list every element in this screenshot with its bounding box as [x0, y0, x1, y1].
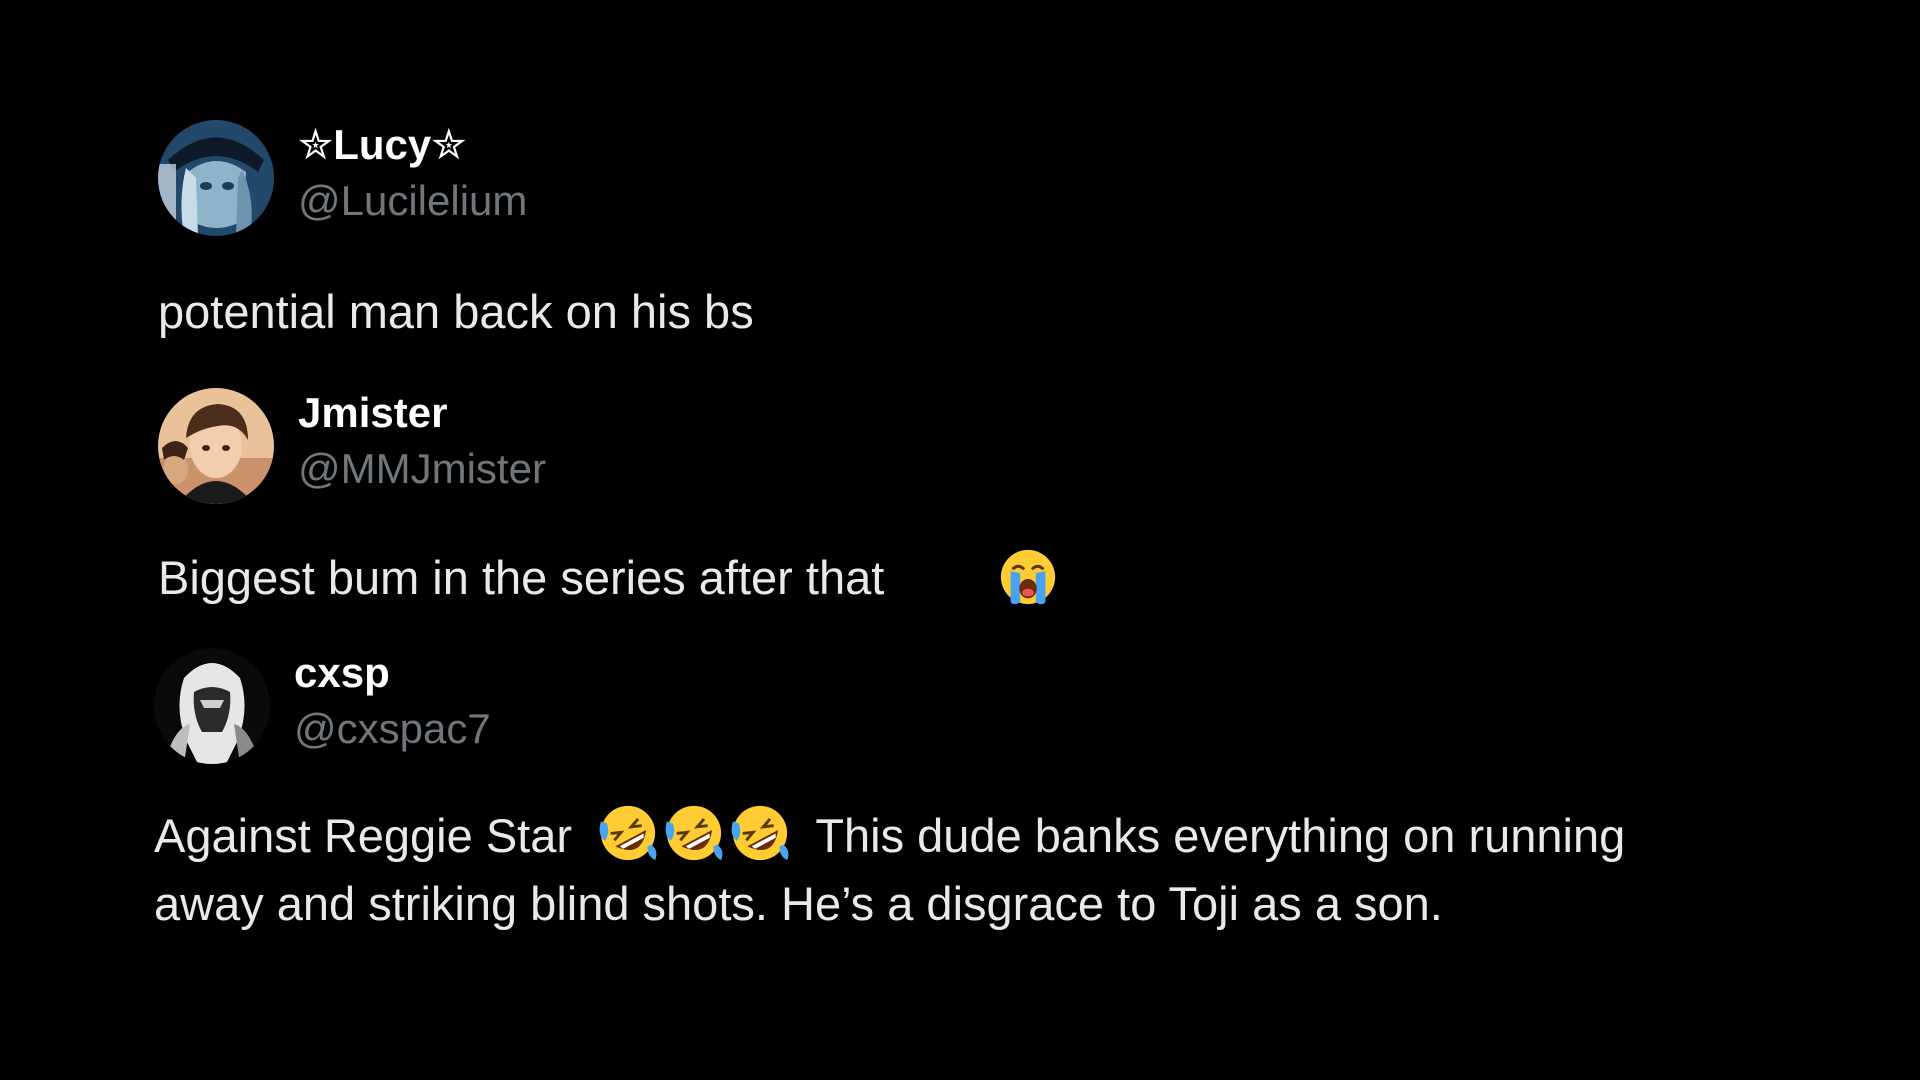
rolling-on-floor-laughing-emoji-icon: [597, 802, 659, 864]
display-name[interactable]: ✮Lucy✮: [298, 120, 527, 170]
avatar[interactable]: [158, 388, 274, 504]
rolling-on-floor-laughing-emoji-icon: [729, 802, 791, 864]
user-handle[interactable]: @cxspac7: [294, 704, 491, 754]
avatar[interactable]: [154, 648, 270, 764]
anime-boy-brown-hair-avatar-icon: [158, 388, 274, 504]
post-text-content: potential man back on his bs: [158, 285, 754, 338]
anime-girl-cap-avatar-icon: [158, 120, 274, 236]
display-name[interactable]: cxsp: [294, 648, 491, 698]
post-text-content: Biggest bum in the series after that: [158, 551, 885, 604]
monochrome-masked-figure-avatar-icon: [154, 648, 270, 764]
rolling-on-floor-laughing-emoji-icon: [663, 802, 725, 864]
avatar[interactable]: [158, 120, 274, 236]
loudly-crying-face-emoji-icon: [997, 546, 1059, 608]
name-block: ✮Lucy✮ @Lucilelium: [298, 120, 527, 226]
post-text: Against Reggie Star This dude banks ever…: [154, 802, 1714, 938]
post-text-before: Against Reggie Star: [154, 809, 573, 862]
name-block: cxsp @cxspac7: [294, 648, 491, 754]
user-handle[interactable]: @Lucilelium: [298, 176, 527, 226]
post-text: Biggest bum in the series after that: [158, 544, 1758, 612]
user-handle[interactable]: @MMJmister: [298, 444, 546, 494]
display-name[interactable]: Jmister: [298, 388, 546, 438]
post-text: potential man back on his bs: [158, 278, 1758, 346]
name-block: Jmister @MMJmister: [298, 388, 546, 494]
